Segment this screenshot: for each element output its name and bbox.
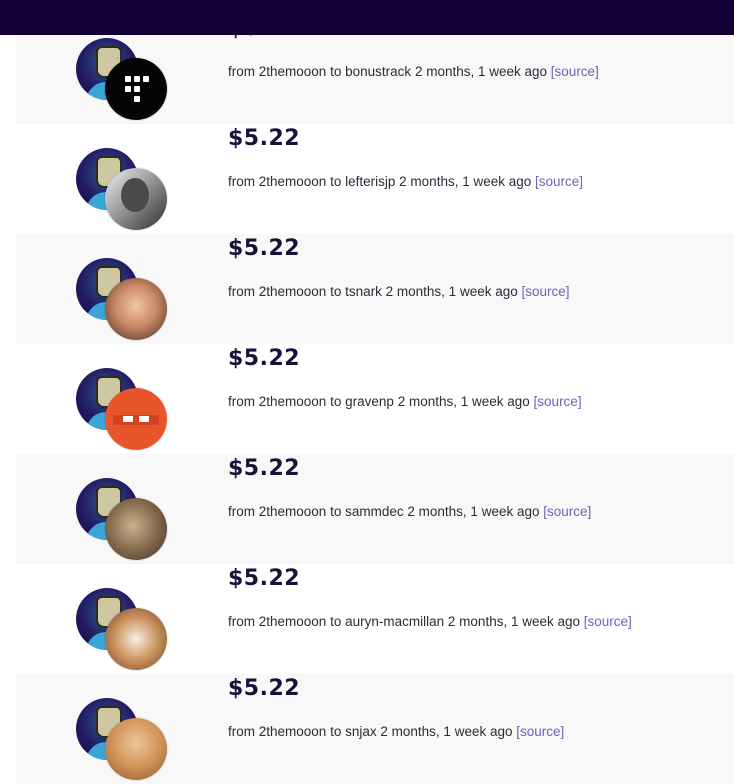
eye-icon	[139, 416, 149, 422]
to-user-avatar[interactable]	[105, 608, 167, 670]
avatar-group	[76, 368, 168, 450]
from-username[interactable]: 2themooon	[259, 284, 327, 299]
tip-row: $5.22 from 2themooon to lefterisjp 2 mon…	[16, 124, 734, 234]
to-username[interactable]: lefterisjp	[345, 174, 395, 189]
from-username[interactable]: 2themooon	[259, 64, 327, 79]
source-link[interactable]: [source]	[535, 174, 583, 189]
tip-time: 2 months, 1 week ago	[385, 284, 518, 299]
to-user-avatar[interactable]	[105, 718, 167, 780]
to-username[interactable]: bonustrack	[345, 64, 411, 79]
avatar-group	[76, 588, 168, 670]
tips-list: $5.22 from 2themooon to bonustrack 2 mon…	[16, 14, 734, 784]
source-link[interactable]: [source]	[516, 724, 564, 739]
from-username[interactable]: 2themooon	[259, 724, 327, 739]
to-user-avatar[interactable]	[105, 388, 167, 450]
from-label: from	[228, 614, 255, 629]
to-username[interactable]: snjax	[345, 724, 377, 739]
tip-description: from 2themooon to bonustrack 2 months, 1…	[228, 64, 599, 79]
tip-amount: $5.22	[228, 566, 301, 591]
to-label: to	[330, 394, 342, 409]
tip-row: $5.22 from 2themooon to gravenp 2 months…	[16, 344, 734, 454]
tip-time: 2 months, 1 week ago	[407, 504, 540, 519]
to-username[interactable]: auryn-macmillan	[345, 614, 444, 629]
eye-icon	[123, 416, 133, 422]
from-label: from	[228, 174, 255, 189]
tip-description: from 2themooon to gravenp 2 months, 1 we…	[228, 394, 582, 409]
avatar-group	[76, 478, 168, 560]
tip-time: 2 months, 1 week ago	[447, 614, 581, 629]
gravenp-face-icon	[113, 415, 159, 425]
to-username[interactable]: sammdec	[345, 504, 404, 519]
tip-amount: $5.22	[228, 676, 301, 701]
to-label: to	[330, 724, 342, 739]
tip-amount: $5.22	[228, 346, 301, 371]
avatar-group	[76, 38, 168, 120]
top-navigation-bar	[0, 0, 734, 35]
tip-time: 2 months, 1 week ago	[397, 394, 530, 409]
from-username[interactable]: 2themooon	[259, 614, 327, 629]
tip-time: 2 months, 1 week ago	[399, 174, 532, 189]
source-link[interactable]: [source]	[543, 504, 591, 519]
to-user-avatar[interactable]	[105, 498, 167, 560]
tip-description: from 2themooon to auryn-macmillan 2 mont…	[228, 614, 632, 629]
from-label: from	[228, 504, 255, 519]
tip-description: from 2themooon to lefterisjp 2 months, 1…	[228, 174, 583, 189]
to-label: to	[330, 614, 342, 629]
tip-time: 2 months, 1 week ago	[380, 724, 513, 739]
to-label: to	[330, 284, 342, 299]
from-label: from	[228, 284, 255, 299]
tip-description: from 2themooon to sammdec 2 months, 1 we…	[228, 504, 591, 519]
bonustrack-logo-icon	[125, 76, 149, 102]
to-label: to	[330, 504, 342, 519]
to-user-avatar[interactable]	[105, 278, 167, 340]
to-label: to	[330, 174, 342, 189]
source-link[interactable]: [source]	[522, 284, 570, 299]
tip-description: from 2themooon to tsnark 2 months, 1 wee…	[228, 284, 570, 299]
tip-row: $5.22 from 2themooon to sammdec 2 months…	[16, 454, 734, 564]
tip-amount: $5.22	[228, 236, 301, 261]
tip-row: $5.22 from 2themooon to auryn-macmillan …	[16, 564, 734, 674]
source-link[interactable]: [source]	[584, 614, 632, 629]
source-link[interactable]: [source]	[534, 394, 582, 409]
tip-amount: $5.22	[228, 456, 301, 481]
tip-row: $5.22 from 2themooon to tsnark 2 months,…	[16, 234, 734, 344]
to-user-avatar[interactable]	[105, 168, 167, 230]
tip-description: from 2themooon to snjax 2 months, 1 week…	[228, 724, 564, 739]
to-username[interactable]: tsnark	[345, 284, 382, 299]
avatar-group	[76, 258, 168, 340]
from-label: from	[228, 394, 255, 409]
from-username[interactable]: 2themooon	[259, 174, 327, 189]
from-label: from	[228, 724, 255, 739]
tip-time: 2 months, 1 week ago	[414, 64, 548, 79]
to-label: to	[330, 64, 342, 79]
from-username[interactable]: 2themooon	[259, 394, 327, 409]
to-user-avatar[interactable]	[105, 58, 167, 120]
avatar-group	[76, 148, 168, 230]
from-label: from	[228, 64, 255, 79]
from-username[interactable]: 2themooon	[259, 504, 327, 519]
tip-amount: $5.22	[228, 126, 301, 151]
source-link[interactable]: [source]	[551, 64, 599, 79]
to-username[interactable]: gravenp	[345, 394, 394, 409]
